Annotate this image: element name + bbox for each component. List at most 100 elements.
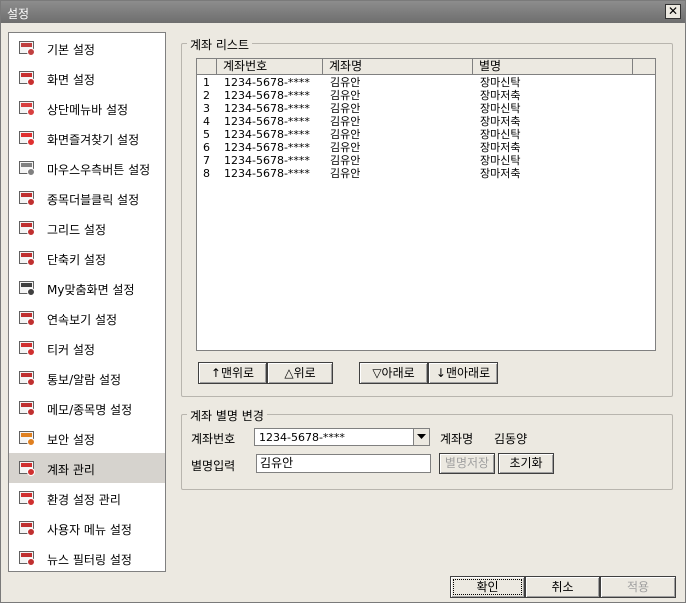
sidebar-item-label: 메모/종목명 설정 bbox=[47, 403, 133, 417]
account-name-cell: 김유안 bbox=[330, 141, 361, 154]
apply-button[interactable]: 적용 bbox=[600, 576, 676, 598]
sidebar-item[interactable]: 보안 설정 bbox=[9, 423, 165, 453]
move-bottom-button[interactable]: ↓맨아래로 bbox=[428, 362, 498, 384]
sidebar-item[interactable]: 메모/종목명 설정 bbox=[9, 393, 165, 423]
column-header-alias[interactable]: 별명 bbox=[473, 59, 633, 75]
table-row[interactable]: 3 1234-5678-**** 김유안 장마신탁 bbox=[197, 102, 655, 115]
save-alias-button[interactable]: 별명저장 bbox=[439, 453, 495, 474]
sidebar-item[interactable]: 화면즐겨찾기 설정 bbox=[9, 123, 165, 153]
sidebar-item-label: 그리드 설정 bbox=[47, 223, 107, 237]
account-alias-cell: 장마신탁 bbox=[480, 128, 521, 141]
table-row[interactable]: 2 1234-5678-**** 김유안 장마저축 bbox=[197, 89, 655, 102]
account-alias-cell: 장마저축 bbox=[480, 115, 521, 128]
sidebar-item-label: 계좌 관리 bbox=[47, 463, 95, 477]
sidebar-item[interactable]: 연속보기 설정 bbox=[9, 303, 165, 333]
sidebar-item[interactable]: 단축키 설정 bbox=[9, 243, 165, 273]
account-number-cell: 1234-5678-**** bbox=[224, 115, 310, 128]
account-name-cell: 김유안 bbox=[330, 154, 361, 167]
column-header-name[interactable]: 계좌명 bbox=[323, 59, 473, 75]
account-name-value: 김동양 bbox=[494, 432, 528, 446]
sidebar-item-label: 마우스우측버튼 설정 bbox=[47, 163, 151, 177]
cancel-button[interactable]: 취소 bbox=[525, 576, 600, 598]
sidebar-item[interactable]: 뉴스 필터링 설정 bbox=[9, 543, 165, 571]
move-down-button[interactable]: ▽아래로 bbox=[359, 362, 428, 384]
close-icon: ✕ bbox=[667, 4, 679, 18]
sidebar-item-label: 통보/알람 설정 bbox=[47, 373, 122, 387]
magnifier-icon bbox=[19, 310, 35, 326]
gear-icon bbox=[19, 490, 35, 506]
sidebar-item[interactable]: 마우스우측버튼 설정 bbox=[9, 153, 165, 183]
row-index: 1 bbox=[203, 76, 210, 89]
table-row[interactable]: 6 1234-5678-**** 김유안 장마저축 bbox=[197, 141, 655, 154]
table-row[interactable]: 8 1234-5678-**** 김유안 장마저축 bbox=[197, 167, 655, 180]
cursor-icon bbox=[19, 190, 35, 206]
column-header-filler bbox=[633, 59, 655, 75]
alias-change-group bbox=[181, 414, 673, 490]
settings-window: 설정 ✕ 기본 설정화면 설정상단메뉴바 설정 화면즐겨찾기 설정마우스우측버튼 … bbox=[0, 0, 686, 603]
column-header-index[interactable] bbox=[197, 59, 217, 75]
monitor-red-icon bbox=[19, 70, 35, 86]
sidebar-item-label: 화면 설정 bbox=[47, 73, 95, 87]
account-name-cell: 김유안 bbox=[330, 167, 361, 180]
move-top-button[interactable]: ↑맨위로 bbox=[198, 362, 267, 384]
alias-input-box[interactable] bbox=[256, 454, 431, 473]
account-number-cell: 1234-5678-**** bbox=[224, 141, 310, 154]
shield-icon bbox=[19, 430, 35, 446]
custom-screen-icon bbox=[19, 280, 35, 296]
column-header-account[interactable]: 계좌번호 bbox=[217, 59, 323, 75]
sidebar-item[interactable]: 화면 설정 bbox=[9, 63, 165, 93]
sidebar-item-label: 티커 설정 bbox=[47, 343, 95, 357]
sidebar-item[interactable]: 티커 설정 bbox=[9, 333, 165, 363]
account-alias-cell: 장마저축 bbox=[480, 167, 521, 180]
monitor-gear-icon bbox=[19, 40, 35, 56]
account-number-label: 계좌번호 bbox=[191, 432, 236, 446]
settings-category-list[interactable]: 기본 설정화면 설정상단메뉴바 설정 화면즐겨찾기 설정마우스우측버튼 설정종목더… bbox=[8, 32, 166, 572]
sidebar-item[interactable]: 상단메뉴바 설정 bbox=[9, 93, 165, 123]
user-menu-icon bbox=[19, 520, 35, 536]
table-row[interactable]: 5 1234-5678-**** 김유안 장마신탁 bbox=[197, 128, 655, 141]
table-row[interactable]: 4 1234-5678-**** 김유안 장마저축 bbox=[197, 115, 655, 128]
sidebar-item[interactable]: My맞춤화면 설정 bbox=[9, 273, 165, 303]
move-up-button[interactable]: △위로 bbox=[267, 362, 333, 384]
sidebar-item[interactable]: 종목더블클릭 설정 bbox=[9, 183, 165, 213]
account-number-cell: 1234-5678-**** bbox=[224, 76, 310, 89]
row-index: 3 bbox=[203, 102, 210, 115]
dropdown-button[interactable] bbox=[413, 429, 429, 445]
reset-button[interactable]: 초기화 bbox=[498, 453, 554, 474]
sidebar-item-label: My맞춤화면 설정 bbox=[47, 283, 135, 297]
account-name-cell: 김유안 bbox=[330, 128, 361, 141]
memo-icon bbox=[19, 400, 35, 416]
sidebar-item[interactable]: 계좌 관리 bbox=[9, 453, 165, 483]
row-index: 7 bbox=[203, 154, 210, 167]
chevron-down-icon bbox=[417, 434, 426, 439]
account-number-cell: 1234-5678-**** bbox=[224, 89, 310, 102]
account-name-label: 계좌명 bbox=[440, 432, 474, 446]
sidebar-item[interactable]: 통보/알람 설정 bbox=[9, 363, 165, 393]
row-index: 2 bbox=[203, 89, 210, 102]
sidebar-item-label: 단축키 설정 bbox=[47, 253, 107, 267]
sidebar-item-label: 뉴스 필터링 설정 bbox=[47, 553, 132, 567]
alias-change-title: 계좌 별명 변경 bbox=[187, 407, 267, 424]
sidebar-item[interactable]: 환경 설정 관리 bbox=[9, 483, 165, 513]
ok-button[interactable]: 확인 bbox=[450, 576, 525, 598]
account-name-cell: 김유안 bbox=[330, 115, 361, 128]
account-alias-cell: 장마신탁 bbox=[480, 102, 521, 115]
close-button[interactable]: ✕ bbox=[665, 4, 681, 19]
window-title: 설정 bbox=[7, 7, 30, 21]
alias-input[interactable] bbox=[257, 455, 425, 470]
account-number-cell: 1234-5678-**** bbox=[224, 128, 310, 141]
account-number-cell: 1234-5678-**** bbox=[224, 102, 310, 115]
news-icon bbox=[19, 550, 35, 566]
account-number-value: 1234-5678-**** bbox=[259, 431, 345, 444]
mouse-icon bbox=[19, 160, 35, 176]
sidebar-item[interactable]: 그리드 설정 bbox=[9, 213, 165, 243]
sidebar-item[interactable]: 기본 설정 bbox=[9, 33, 165, 63]
row-index: 4 bbox=[203, 115, 210, 128]
title-bar: 설정 ✕ bbox=[1, 1, 685, 23]
account-list-table[interactable]: 계좌번호 계좌명 별명 1 1234-5678-**** 김유안 장마신탁 2 1234-… bbox=[196, 58, 656, 351]
sidebar-item[interactable]: 사용자 메뉴 설정 bbox=[9, 513, 165, 543]
row-index: 6 bbox=[203, 141, 210, 154]
table-row[interactable]: 1 1234-5678-**** 김유안 장마신탁 bbox=[197, 76, 655, 89]
account-number-select[interactable]: 1234-5678-**** bbox=[254, 428, 430, 446]
table-row[interactable]: 7 1234-5678-**** 김유안 장마신탁 bbox=[197, 154, 655, 167]
